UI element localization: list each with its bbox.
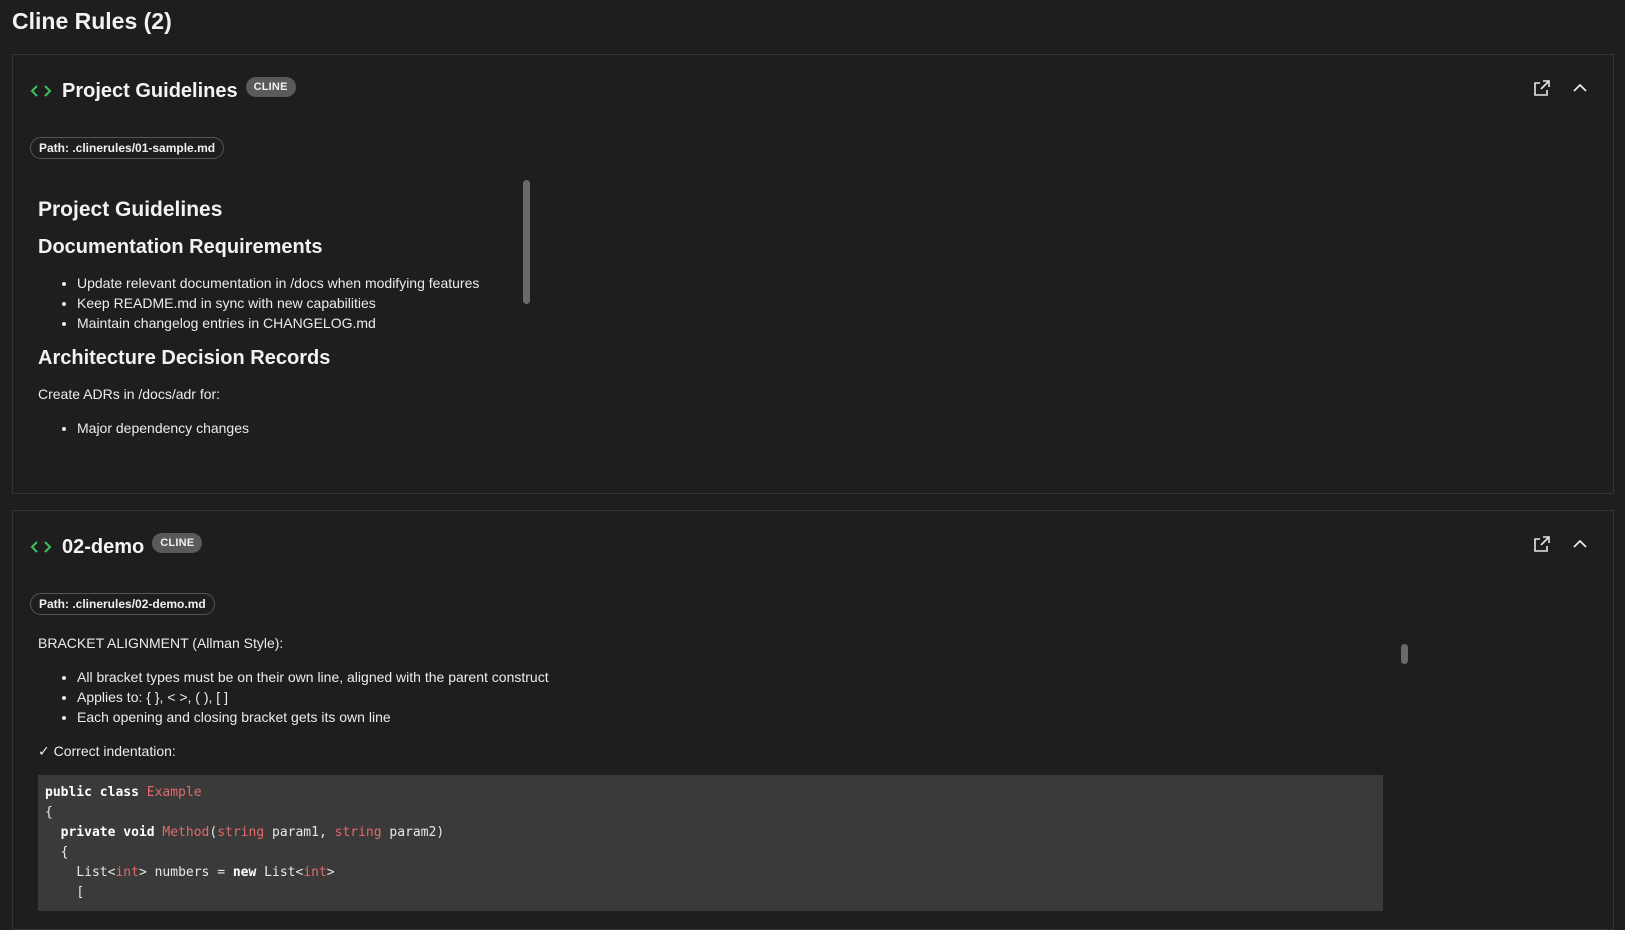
path-chip: Path: .clinerules/01-sample.md — [30, 137, 225, 159]
rule-card-02-demo: 02-demo CLINE Path: .clinerules/02-demo.… — [12, 510, 1614, 930]
bracket-list: All bracket types must be on their own l… — [38, 667, 1413, 727]
content-paragraph: BRACKET ALIGNMENT (Allman Style): — [38, 635, 284, 651]
content-paragraph: ✓ Correct indentation: — [38, 743, 176, 759]
code-line: List<int> numbers = new List<int> — [76, 865, 335, 880]
open-external-icon[interactable] — [1533, 79, 1551, 97]
code-line: { — [60, 845, 69, 860]
code-block: public class Example { private void Meth… — [38, 775, 1383, 911]
list-item: Keep README.md in sync with new capabili… — [77, 293, 518, 313]
list-item: Applies to: { }, < >, ( ), [ ] — [77, 687, 1413, 707]
list-item: Update relevant documentation in /docs w… — [77, 273, 518, 293]
code-line: { — [45, 805, 53, 820]
code-line: public class Example — [45, 785, 202, 800]
docs-list: Update relevant documentation in /docs w… — [38, 273, 518, 333]
rule-content[interactable]: g BRACKET ALIGNMENT (Allman Style): All … — [38, 623, 1413, 929]
source-badge: CLINE — [245, 77, 296, 97]
rule-card-project-guidelines: Project Guidelines CLINE Path: .clinerul… — [12, 54, 1614, 494]
code-icon — [30, 79, 54, 103]
open-external-icon[interactable] — [1533, 535, 1551, 553]
content-subheading: Documentation Requirements — [38, 236, 323, 258]
content-scrollbar[interactable] — [523, 180, 530, 304]
list-item: Maintain changelog entries in CHANGELOG.… — [77, 313, 518, 333]
rule-content[interactable]: Project Guidelines Documentation Require… — [38, 180, 518, 492]
content-paragraph: Create ADRs in /docs/adr for: — [38, 386, 221, 402]
adr-list: Major dependency changes — [38, 418, 518, 438]
content-subheading: Architecture Decision Records — [38, 347, 331, 369]
code-line: private void Method(string param1, strin… — [60, 825, 445, 840]
path-chip: Path: .clinerules/02-demo.md — [30, 593, 215, 615]
code-line: [ — [76, 885, 85, 900]
content-heading: Project Guidelines — [38, 198, 223, 221]
chevron-up-icon[interactable] — [1571, 79, 1589, 97]
list-item: Major dependency changes — [77, 418, 518, 438]
content-scrollbar[interactable] — [1401, 644, 1408, 664]
list-item: All bracket types must be on their own l… — [77, 667, 1413, 687]
list-item: Each opening and closing bracket gets it… — [77, 707, 1413, 727]
card-header[interactable]: 02-demo CLINE — [30, 531, 203, 563]
card-header[interactable]: Project Guidelines CLINE — [30, 75, 296, 107]
page-title: Cline Rules (2) — [12, 8, 172, 34]
card-title: 02-demo — [62, 535, 145, 558]
source-badge: CLINE — [152, 533, 203, 553]
card-title: Project Guidelines — [62, 79, 238, 102]
code-icon — [30, 535, 54, 559]
chevron-up-icon[interactable] — [1571, 535, 1589, 553]
